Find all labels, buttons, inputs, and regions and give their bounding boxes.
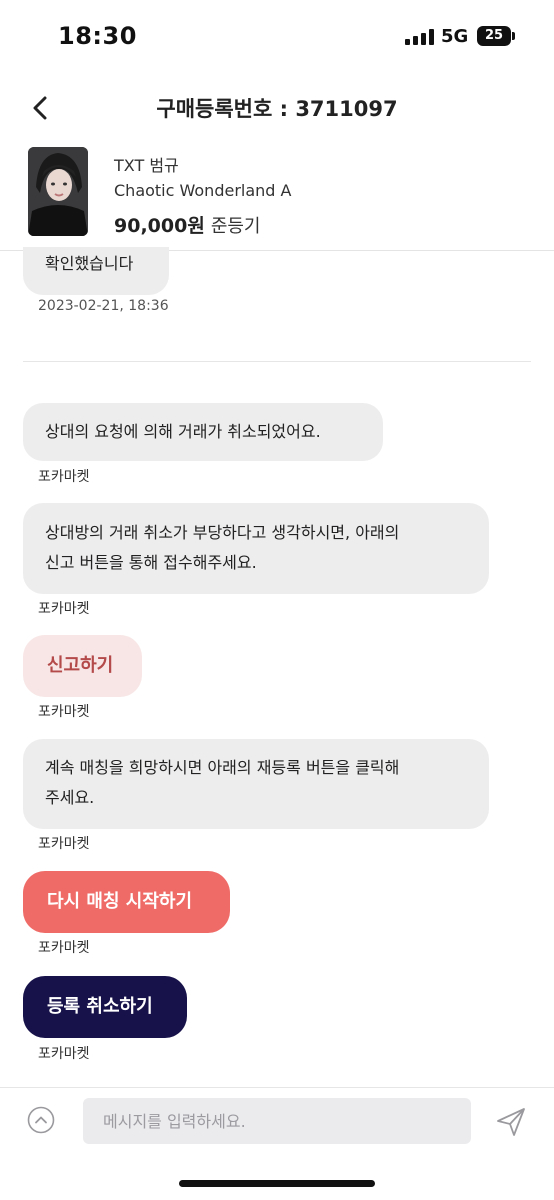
bubble-text: 확인했습니다 — [45, 254, 134, 273]
chat-bubble: 상대의 요청에 의해 거래가 취소되었어요. — [23, 403, 383, 461]
page-title: 구매등록번호 : 3711097 — [156, 97, 398, 121]
battery-icon: 25 — [477, 26, 511, 46]
cancel-registration-button[interactable]: 등록 취소하기 — [23, 976, 187, 1038]
attach-button[interactable] — [27, 1106, 55, 1134]
send-button[interactable] — [495, 1106, 527, 1138]
sender-name: 포카마켓 — [38, 704, 90, 720]
message-timestamp: 2023-02-21, 18:36 — [38, 298, 169, 314]
product-artist: TXT 범규 — [114, 156, 179, 175]
bubble-text-line: 신고 버튼을 통해 접수해주세요. — [45, 553, 257, 572]
chevron-up-circle-icon — [27, 1106, 55, 1134]
sender-name: 포카마켓 — [38, 940, 90, 956]
sender-name: 포카마켓 — [38, 836, 90, 852]
battery-nub — [512, 32, 515, 40]
report-button[interactable]: 신고하기 — [23, 635, 142, 697]
bubble-text: 상대의 요청에 의해 거래가 취소되었어요. — [45, 422, 321, 441]
shipping-method: 준등기 — [210, 216, 261, 237]
sender-name: 포카마켓 — [38, 469, 90, 485]
rematch-button[interactable]: 다시 매칭 시작하기 — [23, 871, 230, 933]
product-thumbnail[interactable] — [28, 147, 88, 236]
sender-name: 포카마켓 — [38, 601, 90, 617]
photocard-image — [28, 147, 88, 236]
product-price: 90,000원 — [114, 215, 205, 237]
chat-bubble: 상대방의 거래 취소가 부당하다고 생각하시면, 아래의 신고 버튼을 통해 접… — [23, 503, 489, 594]
bubble-text-line: 상대방의 거래 취소가 부당하다고 생각하시면, 아래의 — [45, 523, 400, 542]
send-icon — [497, 1108, 525, 1136]
chat-bubble: 계속 매칭을 희망하시면 아래의 재등록 버튼을 클릭해 주세요. — [23, 739, 489, 829]
sender-name: 포카마켓 — [38, 1046, 90, 1062]
home-indicator — [179, 1180, 375, 1187]
status-time: 18:30 — [58, 22, 137, 50]
message-input[interactable] — [83, 1098, 471, 1144]
chat-separator — [23, 361, 531, 362]
bubble-text-line: 주세요. — [45, 788, 95, 807]
bubble-text-line: 계속 매칭을 희망하시면 아래의 재등록 버튼을 클릭해 — [45, 758, 400, 777]
product-name: Chaotic Wonderland A — [114, 181, 292, 200]
chat-bubble: 확인했습니다 — [23, 247, 169, 295]
cellular-signal-icon — [405, 29, 435, 45]
network-type: 5G — [441, 26, 469, 47]
input-divider — [0, 1087, 554, 1088]
product-price-row: 90,000원 준등기 — [114, 211, 261, 238]
